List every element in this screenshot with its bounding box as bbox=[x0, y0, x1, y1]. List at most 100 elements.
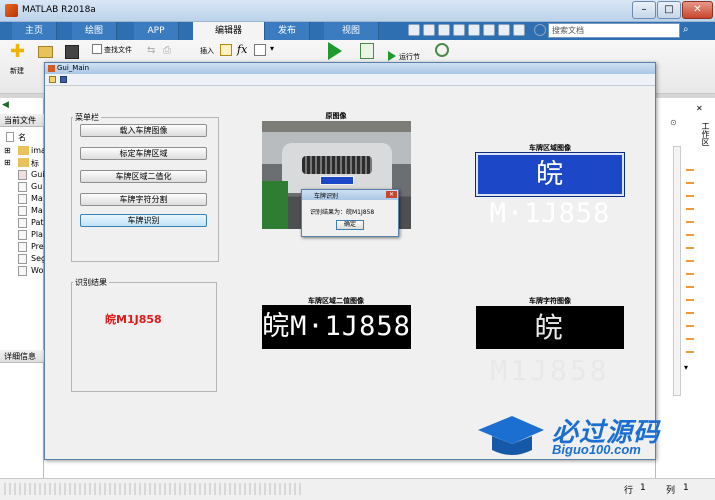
plate-chars-image: 皖M1J858 bbox=[476, 306, 624, 387]
car-grille bbox=[302, 156, 372, 174]
row-value: 1 bbox=[640, 483, 646, 493]
plate-chars-text: 皖M1J858 bbox=[490, 311, 610, 387]
dialog-close-button[interactable]: ✕ bbox=[386, 191, 397, 198]
run-play-icon[interactable] bbox=[328, 42, 342, 60]
file-item[interactable]: Pat bbox=[31, 218, 44, 227]
switch-windows-icon[interactable] bbox=[498, 24, 510, 36]
grass bbox=[262, 181, 288, 229]
copy-quick-icon[interactable] bbox=[438, 24, 450, 36]
file-item[interactable]: Pla bbox=[31, 230, 43, 239]
status-bar: 行 1 列 1 bbox=[0, 478, 715, 500]
open-folder-icon[interactable] bbox=[38, 46, 53, 58]
binarize-plate-button[interactable]: 车牌区域二值化 bbox=[80, 170, 207, 183]
tab-apps[interactable]: APP bbox=[134, 22, 179, 40]
original-caption: 原图像 bbox=[325, 112, 347, 120]
compare-icon[interactable]: ⇆ bbox=[147, 45, 159, 56]
open-icon[interactable] bbox=[49, 76, 56, 83]
layout-quick-icon[interactable] bbox=[513, 24, 525, 36]
save-icon[interactable] bbox=[60, 76, 67, 83]
nav-back-icon[interactable]: ◀ bbox=[2, 100, 9, 110]
col-value: 1 bbox=[683, 483, 689, 493]
cut-quick-icon[interactable] bbox=[423, 24, 435, 36]
tab-plots[interactable]: 绘图 bbox=[72, 22, 117, 40]
expand-icon[interactable]: ⊞ bbox=[4, 158, 11, 167]
name-column-header[interactable]: 名 bbox=[18, 132, 26, 143]
search-icon[interactable]: ⌕ bbox=[683, 24, 695, 36]
tab-editor[interactable]: 编辑器 bbox=[193, 22, 265, 40]
search-docs-input[interactable]: 搜索文档 bbox=[548, 23, 680, 38]
file-item[interactable]: Gu bbox=[31, 182, 42, 191]
fx-icon[interactable]: fx bbox=[237, 43, 247, 56]
find-files-label[interactable]: 查找文件 bbox=[104, 45, 132, 55]
redo-quick-icon[interactable] bbox=[483, 24, 495, 36]
plate-chars-caption: 车牌字符图像 bbox=[529, 297, 571, 305]
figure-icon bbox=[48, 65, 55, 72]
m-file-icon bbox=[18, 254, 27, 264]
matlab-titlebar: MATLAB R2018a bbox=[0, 0, 715, 22]
help-icon[interactable] bbox=[534, 24, 546, 36]
run-section-icon[interactable] bbox=[388, 51, 396, 61]
dialog-ok-button[interactable]: 确定 bbox=[336, 220, 364, 230]
file-item[interactable]: Ma bbox=[31, 206, 43, 215]
car-plate bbox=[320, 176, 354, 185]
status-grip bbox=[4, 483, 304, 495]
insert-label[interactable]: 插入 bbox=[200, 46, 214, 56]
load-plate-image-button[interactable]: 载入车牌图像 bbox=[80, 124, 207, 137]
recognize-plate-button[interactable]: 车牌识别 bbox=[80, 214, 207, 227]
new-plus-icon[interactable]: ✚ bbox=[10, 43, 26, 61]
code-analyzer-markers[interactable] bbox=[686, 158, 694, 358]
file-item[interactable]: Wo bbox=[31, 266, 43, 275]
file-item[interactable]: Gui bbox=[31, 170, 45, 179]
insert-section-icon[interactable] bbox=[220, 44, 232, 56]
minimize-button[interactable]: – bbox=[632, 1, 656, 19]
pane-close-icon[interactable]: ✕ bbox=[696, 104, 703, 113]
row-label: 行 bbox=[624, 486, 634, 496]
tab-home[interactable]: 主页 bbox=[12, 22, 57, 40]
dialog-message: 识别结果为：皖M1J858 bbox=[310, 209, 375, 216]
m-file-icon bbox=[18, 218, 27, 228]
run-time-icon[interactable] bbox=[435, 43, 449, 57]
new-label[interactable]: 新建 bbox=[10, 66, 24, 76]
comment-icon[interactable] bbox=[254, 44, 266, 56]
recognition-dialog: 车牌识别 ✕ 识别结果为：皖M1J858 确定 bbox=[301, 189, 399, 237]
chevron-down-icon[interactable]: ▾ bbox=[684, 363, 688, 372]
folder-icon bbox=[18, 158, 29, 167]
current-folder-pane: ◀ 当前文件 名 ⊞ ima ⊞ 标 Gui Gu Ma Ma Pat Pla … bbox=[0, 98, 46, 478]
m-file-icon bbox=[18, 194, 27, 204]
m-file-icon bbox=[18, 182, 27, 192]
result-groupbox bbox=[71, 282, 217, 392]
graduation-cap-logo bbox=[476, 414, 546, 462]
goto-icon[interactable] bbox=[298, 43, 318, 63]
gui-main-window: Gui_Main 菜单栏 载入车牌图像 标定车牌区域 车牌区域二值化 车牌字符分… bbox=[44, 62, 656, 460]
details-label[interactable]: 详细信息 bbox=[0, 350, 44, 363]
editor-scrollbar[interactable] bbox=[673, 146, 681, 396]
locate-plate-region-button[interactable]: 标定车牌区域 bbox=[80, 147, 207, 160]
close-button[interactable]: ✕ bbox=[682, 1, 713, 19]
paste-quick-icon[interactable] bbox=[453, 24, 465, 36]
tab-view[interactable]: 视图 bbox=[324, 22, 379, 40]
workspace-label[interactable]: 工作区 bbox=[698, 122, 710, 158]
file-item[interactable]: Pre bbox=[31, 242, 44, 251]
undo-quick-icon[interactable] bbox=[468, 24, 480, 36]
file-item[interactable]: Ma bbox=[31, 194, 43, 203]
print-icon[interactable]: ⎙ bbox=[163, 45, 175, 56]
dropdown-chevron-icon[interactable]: ▾ bbox=[270, 44, 274, 53]
menu-groupbox bbox=[71, 117, 219, 262]
expand-icon[interactable]: ⊞ bbox=[4, 146, 11, 155]
run-and-advance-icon[interactable] bbox=[360, 43, 374, 59]
save-quick-icon[interactable] bbox=[408, 24, 420, 36]
dialog-title: 车牌识别 bbox=[314, 193, 339, 200]
pane-menu-icon[interactable]: ⊙ bbox=[670, 118, 677, 127]
matlab-logo-icon bbox=[5, 4, 18, 17]
tab-publish[interactable]: 发布 bbox=[265, 22, 310, 40]
file-item[interactable]: 标 bbox=[31, 158, 39, 169]
find-files-icon[interactable] bbox=[92, 44, 102, 54]
fig-file-icon bbox=[18, 170, 27, 180]
save-disk-icon[interactable] bbox=[65, 45, 79, 59]
segment-characters-button[interactable]: 车牌字符分割 bbox=[80, 193, 207, 206]
m-file-icon bbox=[18, 242, 27, 252]
plate-binary-text: 皖M·1J858 bbox=[262, 311, 411, 342]
maximize-button[interactable]: □ bbox=[657, 1, 681, 19]
logo-svg bbox=[478, 416, 544, 455]
run-section-label[interactable]: 运行节 bbox=[399, 52, 420, 62]
